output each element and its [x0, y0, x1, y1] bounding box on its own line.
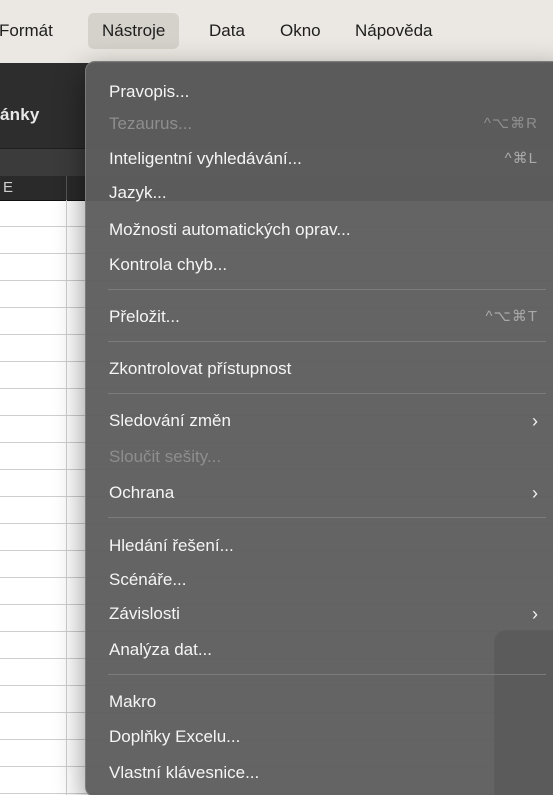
menu-separator: [108, 517, 546, 518]
chevron-right-icon: ›: [532, 411, 538, 431]
menu-item-check-accessibility[interactable]: Zkontrolovat přístupnost: [86, 357, 553, 381]
menu-item-auditing[interactable]: Závislosti ›: [86, 602, 553, 626]
menu-item-label: Možnosti automatických oprav...: [109, 220, 351, 239]
menu-item-label: Pravopis...: [109, 82, 190, 101]
menu-item-label: Hledání řešení...: [109, 536, 234, 555]
menu-item-label: Scénáře...: [109, 570, 187, 589]
menu-item-protection[interactable]: Ochrana ›: [86, 481, 553, 505]
shortcut-label: ^⌥⌘T: [485, 308, 538, 325]
menu-item-label: Ochrana: [109, 483, 175, 502]
menu-item-autocorrect-options[interactable]: Možnosti automatických oprav...: [86, 218, 553, 242]
menu-item-label: Vlastní klávesnice...: [109, 763, 260, 782]
menu-separator: [108, 341, 546, 342]
menu-item-excel-add-ins[interactable]: Doplňky Excelu...: [86, 725, 553, 749]
menu-item-label: Makro: [109, 692, 157, 711]
menubar-item-format[interactable]: Formát: [0, 13, 67, 49]
tools-dropdown-menu: Pravopis... Tezaurus... ^⌥⌘R Inteligentn…: [85, 61, 553, 795]
menu-item-thesaurus: Tezaurus... ^⌥⌘R: [86, 112, 553, 136]
column-divider: [66, 176, 67, 200]
menu-item-translate[interactable]: Přeložit... ^⌥⌘T: [86, 305, 553, 329]
menu-item-data-analysis[interactable]: Analýza dat...: [86, 638, 553, 662]
menu-item-label: Tezaurus...: [109, 114, 193, 133]
menu-item-error-checking[interactable]: Kontrola chyb...: [86, 253, 553, 277]
menubar-item-window[interactable]: Okno: [266, 13, 335, 49]
menu-bar: Formát Nástroje Data Okno Nápověda: [0, 0, 553, 63]
toolbar-tab-label[interactable]: ánky: [0, 105, 40, 125]
screen: ánky E A Formát Nástroje Data Okno Nápov…: [0, 0, 553, 795]
menu-item-customize-keyboard[interactable]: Vlastní klávesnice...: [86, 761, 553, 785]
menu-item-label: Závislosti: [109, 604, 180, 623]
menu-item-spelling[interactable]: Pravopis...: [86, 80, 553, 104]
grid-column-line: [66, 200, 67, 795]
menu-item-macro[interactable]: Makro: [86, 690, 553, 714]
shortcut-label: ^⌥⌘R: [483, 115, 538, 132]
menu-item-label: Sloučit sešity...: [109, 447, 222, 466]
menu-item-label: Přeložit...: [109, 307, 180, 326]
menu-separator: [108, 674, 546, 675]
menu-separator: [108, 393, 546, 394]
menu-item-track-changes[interactable]: Sledování změn ›: [86, 409, 553, 433]
column-header-label[interactable]: E: [3, 179, 13, 196]
menubar-item-tools[interactable]: Nástroje: [88, 13, 180, 49]
menu-separator: [108, 289, 546, 290]
menu-item-label: Analýza dat...: [109, 640, 213, 659]
menu-item-label: Doplňky Excelu...: [109, 727, 241, 746]
menu-item-scenarios[interactable]: Scénáře...: [86, 568, 553, 592]
menu-item-smart-lookup[interactable]: Inteligentní vyhledávání... ^⌘L: [86, 147, 553, 171]
menubar-item-data[interactable]: Data: [195, 13, 259, 49]
menu-item-label: Sledování změn: [109, 411, 231, 430]
menu-item-label: Inteligentní vyhledávání...: [109, 149, 302, 168]
chevron-right-icon: ›: [532, 604, 538, 624]
menu-item-merge-workbooks: Sloučit sešity...: [86, 445, 553, 469]
menubar-item-help[interactable]: Nápověda: [341, 13, 447, 49]
menu-item-label: Jazyk...: [109, 183, 167, 202]
menu-item-goal-seek[interactable]: Hledání řešení...: [86, 534, 553, 558]
chevron-right-icon: ›: [532, 483, 538, 503]
menu-item-label: Zkontrolovat přístupnost: [109, 359, 292, 378]
menu-item-label: Kontrola chyb...: [109, 255, 228, 274]
shortcut-label: ^⌘L: [504, 150, 538, 167]
menu-item-language[interactable]: Jazyk...: [86, 181, 553, 205]
